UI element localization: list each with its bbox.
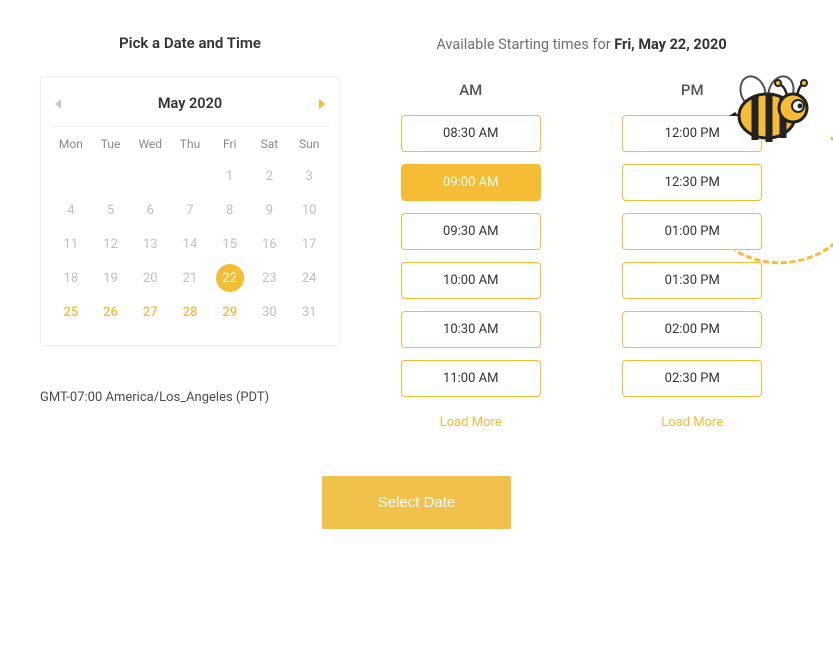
calendar-day[interactable]: 19 bbox=[91, 261, 131, 295]
calendar-dow: Mon bbox=[51, 127, 91, 159]
calendar-month-label: May 2020 bbox=[158, 95, 222, 112]
time-slot[interactable]: 09:30 AM bbox=[401, 213, 541, 250]
available-date: Fri, May 22, 2020 bbox=[614, 36, 726, 53]
pm-column: PM 12:00 PM 12:30 PM 01:00 PM 01:30 PM 02:00… bbox=[592, 81, 794, 430]
time-slot[interactable]: 10:00 AM bbox=[401, 262, 541, 299]
calendar-day[interactable]: 6 bbox=[130, 193, 170, 227]
calendar-prev-icon[interactable] bbox=[55, 99, 61, 109]
calendar-day[interactable]: 23 bbox=[250, 261, 290, 295]
time-slot[interactable]: 11:00 AM bbox=[401, 360, 541, 397]
calendar-day[interactable]: 17 bbox=[289, 227, 329, 261]
calendar-dow: Tue bbox=[91, 127, 131, 159]
calendar-day[interactable]: 24 bbox=[289, 261, 329, 295]
calendar-day[interactable]: 8 bbox=[210, 193, 250, 227]
select-date-button[interactable]: Select Date bbox=[322, 476, 512, 529]
am-column: AM 08:30 AM 09:00 AM 09:30 AM 10:00 AM 10:30… bbox=[370, 81, 572, 430]
calendar-day[interactable]: 16 bbox=[250, 227, 290, 261]
pm-label: PM bbox=[681, 81, 704, 99]
calendar-day[interactable]: 20 bbox=[130, 261, 170, 295]
calendar-dow: Sun bbox=[289, 127, 329, 159]
time-slot[interactable]: 09:00 AM bbox=[401, 164, 541, 201]
calendar-day[interactable]: 10 bbox=[289, 193, 329, 227]
calendar-dow: Sat bbox=[250, 127, 290, 159]
calendar-day[interactable]: 31 bbox=[289, 295, 329, 329]
available-prefix: Available Starting times for bbox=[436, 36, 614, 53]
calendar-day[interactable]: 5 bbox=[91, 193, 131, 227]
calendar-day bbox=[130, 159, 170, 193]
calendar-day[interactable]: 1 bbox=[210, 159, 250, 193]
calendar-day[interactable]: 12 bbox=[91, 227, 131, 261]
time-slot[interactable]: 10:30 AM bbox=[401, 311, 541, 348]
calendar-day[interactable]: 21 bbox=[170, 261, 210, 295]
calendar-day[interactable]: 14 bbox=[170, 227, 210, 261]
calendar-day[interactable]: 18 bbox=[51, 261, 91, 295]
load-more-am[interactable]: Load More bbox=[440, 415, 502, 430]
time-slot[interactable]: 08:30 AM bbox=[401, 115, 541, 152]
load-more-pm[interactable]: Load More bbox=[661, 415, 723, 430]
calendar-day[interactable]: 13 bbox=[130, 227, 170, 261]
calendar-day[interactable]: 15 bbox=[210, 227, 250, 261]
calendar-day[interactable]: 27 bbox=[130, 295, 170, 329]
pick-title: Pick a Date and Time bbox=[40, 34, 340, 52]
calendar-day bbox=[51, 159, 91, 193]
time-slot[interactable]: 12:30 PM bbox=[622, 164, 762, 201]
available-title: Available Starting times for Fri, May 22… bbox=[370, 36, 793, 53]
calendar-day[interactable]: 2 bbox=[250, 159, 290, 193]
time-slot[interactable]: 12:00 PM bbox=[622, 115, 762, 152]
calendar-day[interactable]: 28 bbox=[170, 295, 210, 329]
calendar-day[interactable]: 30 bbox=[250, 295, 290, 329]
calendar-day[interactable]: 3 bbox=[289, 159, 329, 193]
calendar-day[interactable]: 11 bbox=[51, 227, 91, 261]
calendar: May 2020 MonTueWedThuFriSatSun1234567891… bbox=[40, 76, 340, 346]
calendar-day[interactable]: 26 bbox=[91, 295, 131, 329]
timezone-label: GMT-07:00 America/Los_Angeles (PDT) bbox=[40, 390, 340, 405]
calendar-day[interactable]: 25 bbox=[51, 295, 91, 329]
time-slot[interactable]: 01:00 PM bbox=[622, 213, 762, 250]
calendar-dow: Wed bbox=[130, 127, 170, 159]
am-label: AM bbox=[459, 81, 482, 99]
calendar-day[interactable]: 22 bbox=[210, 261, 250, 295]
calendar-next-icon[interactable] bbox=[319, 99, 325, 109]
calendar-grid: MonTueWedThuFriSatSun1234567891011121314… bbox=[51, 126, 329, 329]
calendar-day bbox=[91, 159, 131, 193]
calendar-day[interactable]: 29 bbox=[210, 295, 250, 329]
time-slot[interactable]: 02:30 PM bbox=[622, 360, 762, 397]
calendar-day[interactable]: 7 bbox=[170, 193, 210, 227]
calendar-dow: Fri bbox=[210, 127, 250, 159]
calendar-day bbox=[170, 159, 210, 193]
time-slot[interactable]: 02:00 PM bbox=[622, 311, 762, 348]
calendar-day[interactable]: 9 bbox=[250, 193, 290, 227]
calendar-day[interactable]: 4 bbox=[51, 193, 91, 227]
time-slot[interactable]: 01:30 PM bbox=[622, 262, 762, 299]
calendar-dow: Thu bbox=[170, 127, 210, 159]
